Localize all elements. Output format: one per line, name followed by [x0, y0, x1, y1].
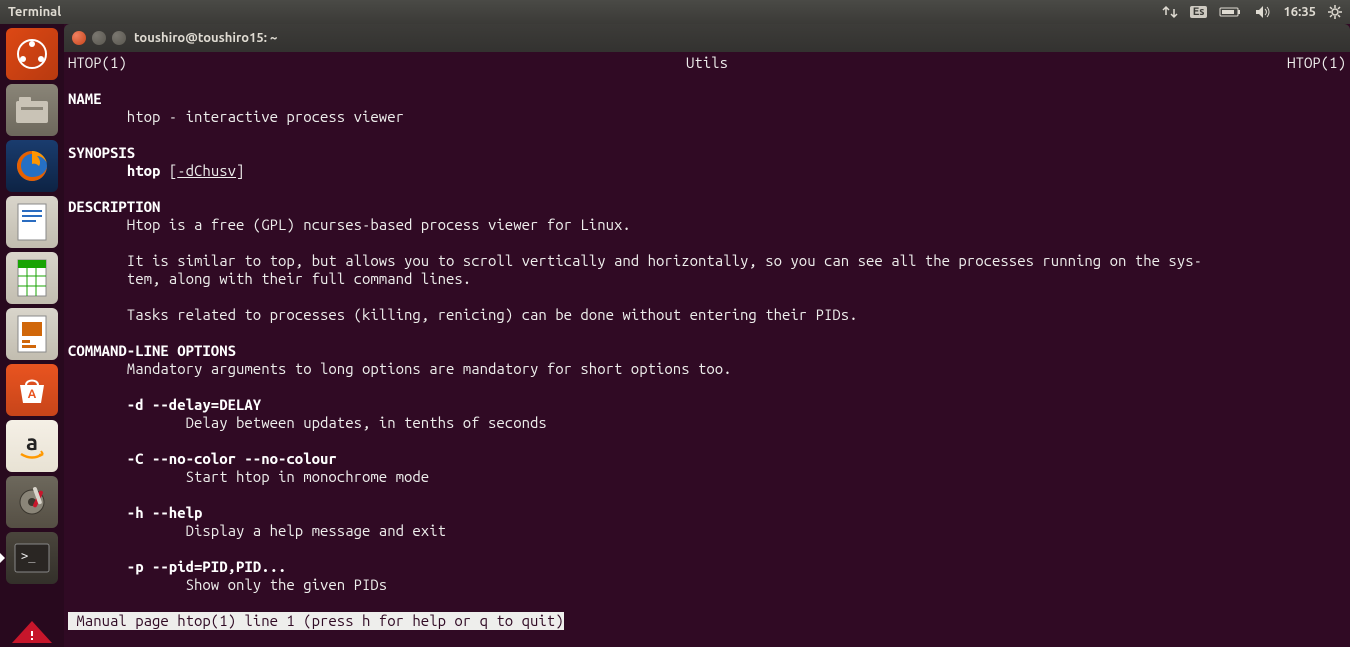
man-status-line: Manual page htop(1) line 1 (press h for …	[68, 612, 564, 630]
window-titlebar[interactable]: toushiro@toushiro15: ~	[64, 24, 1350, 52]
section-name: NAME	[68, 90, 102, 107]
maximize-icon[interactable]	[112, 31, 126, 45]
man-header-center: Utils	[686, 54, 728, 72]
app-menu-label[interactable]: Terminal	[8, 5, 61, 19]
section-description: DESCRIPTION	[68, 198, 160, 215]
man-text: tem, along with their full command lines…	[68, 270, 471, 287]
close-icon[interactable]	[72, 31, 86, 45]
menubar-left: Terminal	[8, 5, 61, 19]
amazon-icon[interactable]: a	[6, 420, 58, 472]
man-header: HTOP(1) Utils HTOP(1)	[68, 54, 1346, 72]
man-text: htop - interactive process viewer	[68, 108, 404, 125]
man-header-left: HTOP(1)	[68, 54, 127, 72]
section-synopsis: SYNOPSIS	[68, 144, 135, 161]
section-clo: COMMAND-LINE OPTIONS	[68, 342, 236, 359]
man-text: Display a help message and exit	[68, 522, 446, 539]
minimize-icon[interactable]	[92, 31, 106, 45]
window-buttons	[72, 31, 126, 45]
settings-icon[interactable]	[6, 476, 58, 528]
synopsis-opts: -dChusv	[177, 162, 236, 179]
man-text: Show only the given PIDs	[68, 576, 387, 593]
terminal-window: toushiro@toushiro15: ~ HTOP(1)UtilsHTOP(…	[64, 24, 1350, 647]
terminal-body[interactable]: HTOP(1) Utils HTOP(1) NAME htop - interact…	[64, 52, 1350, 647]
top-menubar: Terminal Es 16:35	[0, 0, 1350, 24]
opt-flag: -p --pid=PID,PID...	[68, 558, 286, 575]
man-text: Start htop in monochrome mode	[68, 468, 429, 485]
session-gear-icon[interactable]	[1328, 5, 1342, 19]
opt-flag: -h --help	[68, 504, 202, 521]
man-text: It is similar to top, but allows you to …	[68, 252, 1202, 269]
svg-text:A: A	[28, 388, 37, 401]
man-text: Delay between updates, in tenths of seco…	[68, 414, 547, 431]
clock[interactable]: 16:35	[1283, 5, 1316, 19]
keyboard-layout-indicator[interactable]: Es	[1190, 6, 1208, 18]
software-center-icon[interactable]: A	[6, 364, 58, 416]
opt-flag: -C --no-color --no-colour	[68, 450, 337, 467]
battery-icon[interactable]	[1219, 6, 1243, 18]
network-icon[interactable]	[1162, 5, 1178, 19]
writer-icon[interactable]	[6, 196, 58, 248]
dash-icon[interactable]	[6, 28, 58, 80]
man-text: Tasks related to processes (killing, ren…	[68, 306, 858, 323]
sound-icon[interactable]	[1255, 5, 1271, 19]
menubar-right: Es 16:35	[1162, 5, 1342, 19]
files-icon[interactable]	[6, 84, 58, 136]
unity-launcher: A a >_	[0, 24, 64, 647]
man-text: Mandatory arguments to long options are …	[68, 360, 732, 377]
window-title: toushiro@toushiro15: ~	[134, 31, 277, 45]
terminal-icon[interactable]: >_	[6, 532, 58, 584]
synopsis-cmd: htop	[127, 162, 161, 179]
svg-text:>_: >_	[21, 549, 36, 563]
firefox-icon[interactable]	[6, 140, 58, 192]
man-text: Htop is a free (GPL) ncurses-based proce…	[68, 216, 631, 233]
alert-icon[interactable]	[12, 621, 52, 643]
calc-icon[interactable]	[6, 252, 58, 304]
man-header-right: HTOP(1)	[1287, 54, 1346, 72]
impress-icon[interactable]	[6, 308, 58, 360]
svg-text:a: a	[26, 430, 38, 455]
opt-flag: -d --delay=DELAY	[68, 396, 261, 413]
